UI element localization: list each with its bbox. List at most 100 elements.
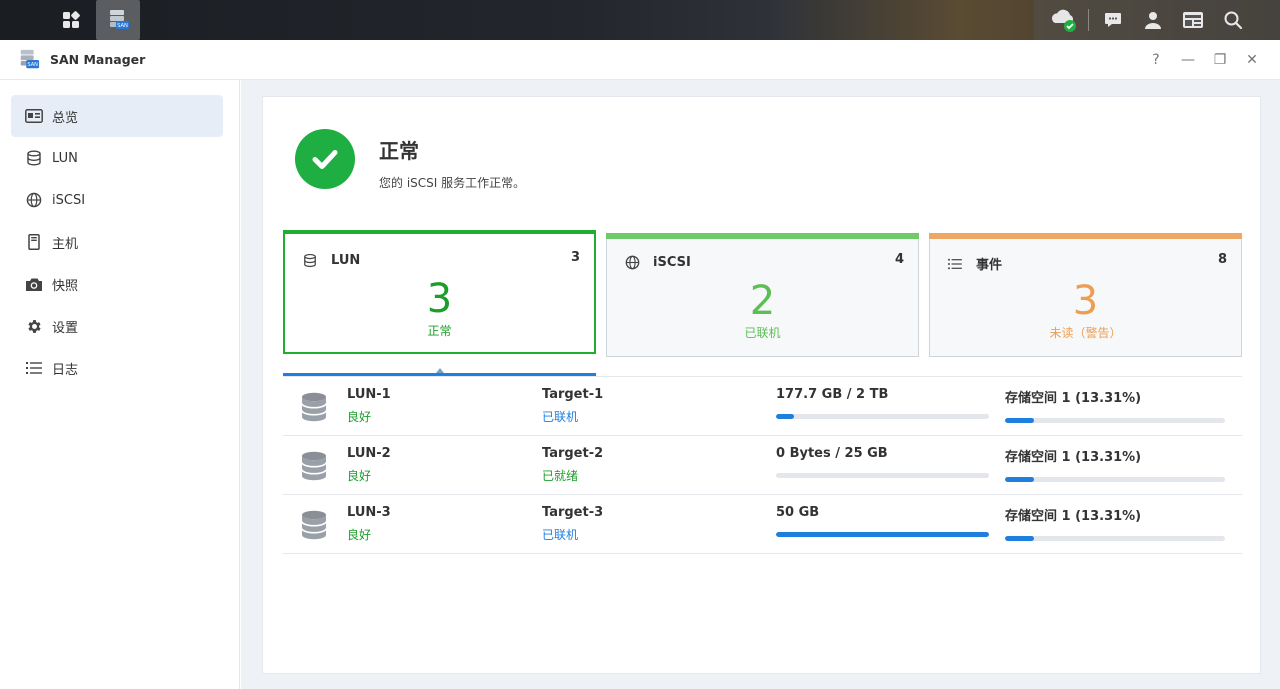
lun-name: LUN-1 xyxy=(347,387,391,402)
lun-summary-card[interactable]: LUN 3 3 正常 xyxy=(283,230,596,354)
card-count: 4 xyxy=(894,252,904,267)
cloud-status-icon[interactable] xyxy=(1044,0,1084,40)
storage-pool-cell: 存储空间 1 (13.31%) xyxy=(1005,505,1225,541)
window-titlebar: SAN SAN Manager ? — ❐ ✕ xyxy=(0,40,1280,80)
status-summary: 正常 您的 iSCSI 服务工作正常。 xyxy=(295,129,525,191)
lun-status: 良好 xyxy=(347,469,372,483)
list-icon xyxy=(25,359,43,377)
card-value: 3 xyxy=(426,276,453,322)
sidebar-item-log[interactable]: 日志 xyxy=(11,347,223,389)
globe-icon xyxy=(625,254,641,270)
storage-pool-bar xyxy=(1005,418,1225,423)
capacity-bar-fill xyxy=(776,532,989,537)
host-icon xyxy=(25,233,43,251)
card-accent-bar xyxy=(929,233,1242,239)
database-icon xyxy=(301,510,327,544)
sidebar-item-lun[interactable]: LUN xyxy=(11,137,223,179)
database-icon xyxy=(303,252,319,268)
table-row[interactable]: LUN-2 良好 Target-2 已就绪 0 Bytes / 25 GB 存储空间 1 … xyxy=(283,436,1242,495)
storage-pool-bar-fill xyxy=(1005,536,1035,541)
tray-divider xyxy=(1088,9,1089,31)
help-button[interactable]: ? xyxy=(1140,44,1172,76)
target-cell: Target-1 已联机 xyxy=(542,387,603,425)
capacity-cell: 0 Bytes / 25 GB xyxy=(776,446,989,478)
list-icon xyxy=(948,256,964,272)
sidebar: 总览 LUN iSCSI 主机 快照 设置 日志 xyxy=(0,80,240,689)
sidebar-item-host[interactable]: 主机 xyxy=(11,221,223,263)
card-title: iSCSI xyxy=(653,254,691,270)
minimize-button[interactable]: — xyxy=(1172,44,1204,76)
capacity-cell: 50 GB xyxy=(776,505,989,537)
capacity-bar xyxy=(776,473,989,478)
main-content: 正常 您的 iSCSI 服务工作正常。 LUN 3 3 正常 iSCSI 4 2… xyxy=(241,80,1280,689)
capacity-bar xyxy=(776,414,989,419)
storage-pool-text: 存储空间 1 (13.31%) xyxy=(1005,391,1142,406)
chat-icon[interactable] xyxy=(1093,0,1133,40)
sidebar-item-label: 日志 xyxy=(52,362,79,378)
close-button[interactable]: ✕ xyxy=(1236,44,1268,76)
sidebar-item-label: iSCSI xyxy=(52,192,86,208)
target-name: Target-1 xyxy=(542,387,604,402)
target-name: Target-3 xyxy=(542,505,604,520)
lun-status: 良好 xyxy=(347,410,372,424)
status-description: 您的 iSCSI 服务工作正常。 xyxy=(379,176,526,190)
card-value: 2 xyxy=(749,278,776,324)
card-title: 事件 xyxy=(976,258,1003,273)
target-cell: Target-3 已联机 xyxy=(542,505,603,543)
storage-pool-bar xyxy=(1005,477,1225,482)
iscsi-summary-card[interactable]: iSCSI 4 2 已联机 xyxy=(606,233,919,357)
lun-name-cell: LUN-3 良好 xyxy=(347,505,391,543)
overview-panel: 正常 您的 iSCSI 服务工作正常。 LUN 3 3 正常 iSCSI 4 2… xyxy=(262,96,1261,674)
storage-pool-bar xyxy=(1005,536,1225,541)
sidebar-item-label: 主机 xyxy=(52,236,79,252)
window-title: SAN Manager xyxy=(50,52,146,67)
storage-pool-bar-fill xyxy=(1005,477,1035,482)
storage-pool-cell: 存储空间 1 (13.31%) xyxy=(1005,446,1225,482)
globe-icon xyxy=(25,191,43,209)
sidebar-item-snapshot[interactable]: 快照 xyxy=(11,263,223,305)
database-icon xyxy=(25,149,43,167)
check-circle-icon xyxy=(295,129,355,189)
svg-text:SAN: SAN xyxy=(27,62,38,68)
target-name: Target-2 xyxy=(542,446,604,461)
storage-pool-text: 存储空间 1 (13.31%) xyxy=(1005,509,1142,524)
storage-pool-text: 存储空间 1 (13.31%) xyxy=(1005,450,1142,465)
gear-icon xyxy=(25,317,43,335)
taskbar: SAN xyxy=(0,0,1280,40)
user-icon[interactable] xyxy=(1133,0,1173,40)
search-icon[interactable] xyxy=(1213,0,1253,40)
events-summary-card[interactable]: 事件 8 3 未读（警告） xyxy=(929,233,1242,357)
card-accent-bar xyxy=(606,233,919,239)
sidebar-item-overview[interactable]: 总览 xyxy=(11,95,223,137)
widgets-icon[interactable] xyxy=(1173,0,1213,40)
card-status: 已联机 xyxy=(744,326,781,340)
san-manager-window: SAN SAN Manager ? — ❐ ✕ 总览 LUN iSCSI 主机 xyxy=(0,40,1280,689)
capacity-cell: 177.7 GB / 2 TB xyxy=(776,387,989,419)
lun-name: LUN-3 xyxy=(347,505,391,520)
sidebar-item-iscsi[interactable]: iSCSI xyxy=(11,179,223,221)
san-manager-taskbar-icon[interactable]: SAN xyxy=(96,0,140,40)
capacity-bar-fill xyxy=(776,414,795,419)
target-status: 已联机 xyxy=(542,528,579,542)
database-icon xyxy=(301,451,327,485)
sidebar-item-settings[interactable]: 设置 xyxy=(11,305,223,347)
sidebar-item-label: 设置 xyxy=(52,320,79,336)
restore-button[interactable]: ❐ xyxy=(1204,44,1236,76)
table-row[interactable]: LUN-1 良好 Target-1 已联机 177.7 GB / 2 TB 存储空间 1 … xyxy=(283,377,1242,436)
status-title: 正常 xyxy=(379,139,419,163)
lun-name-cell: LUN-1 良好 xyxy=(347,387,391,425)
taskbar-left: SAN xyxy=(0,0,140,40)
overview-icon xyxy=(25,107,43,125)
table-row[interactable]: LUN-3 良好 Target-3 已联机 50 GB 存储空间 1 (13.31%) xyxy=(283,495,1242,554)
lun-status: 良好 xyxy=(347,528,372,542)
capacity-bar xyxy=(776,532,989,537)
apps-grid-icon[interactable] xyxy=(48,0,94,40)
window-controls: ? — ❐ ✕ xyxy=(1140,44,1268,76)
card-title: LUN xyxy=(331,252,361,268)
san-manager-icon: SAN xyxy=(18,49,40,71)
card-value: 3 xyxy=(1072,278,1099,324)
lun-name: LUN-2 xyxy=(347,446,391,461)
database-icon xyxy=(301,392,327,426)
storage-pool-bar-fill xyxy=(1005,418,1035,423)
sidebar-item-label: 总览 xyxy=(52,110,79,126)
